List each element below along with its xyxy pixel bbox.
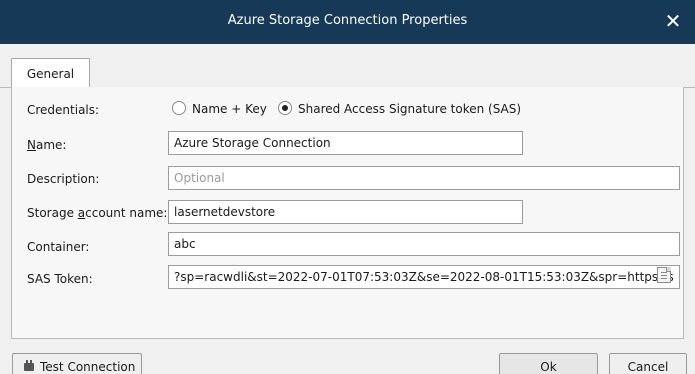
sas-token-label: SAS Token: [27, 272, 93, 286]
cancel-button[interactable]: Cancel [609, 353, 687, 374]
sas-token-input[interactable]: ?sp=racwdli&st=2022-07-01T07:53:03Z&se=2… [168, 265, 680, 289]
name-label: Name: [27, 138, 67, 152]
close-icon[interactable]: ✕ [661, 9, 685, 33]
plug-icon [24, 360, 34, 371]
credentials-label: Credentials: [27, 103, 100, 117]
tab-strip: General [0, 44, 695, 89]
storage-account-input[interactable]: lasernetdevstore [168, 200, 523, 224]
name-input[interactable]: Azure Storage Connection [168, 131, 523, 155]
radio-sas-token-label[interactable]: Shared Access Signature token (SAS) [298, 102, 521, 116]
title-bar: Azure Storage Connection Properties ✕ [0, 0, 695, 44]
tab-general[interactable]: General [11, 58, 90, 89]
container-input[interactable]: abc [168, 232, 680, 256]
radio-sas-token[interactable] [278, 101, 292, 115]
test-connection-button[interactable]: Test Connection [12, 353, 142, 374]
container-label: Container: [27, 240, 90, 254]
description-label: Description: [27, 172, 100, 186]
ok-button[interactable]: Ok [499, 353, 598, 374]
description-input[interactable]: Optional [168, 166, 680, 190]
cancel-label: Cancel [627, 360, 669, 374]
ok-label: Ok [540, 360, 557, 374]
storage-account-label: Storage account name: [27, 206, 168, 220]
radio-name-key-label[interactable]: Name + Key [192, 102, 267, 116]
window-title: Azure Storage Connection Properties [227, 13, 468, 28]
test-connection-label: Test Connection [40, 360, 136, 374]
clipboard-icon[interactable] [657, 267, 671, 283]
radio-name-key[interactable] [172, 101, 186, 115]
